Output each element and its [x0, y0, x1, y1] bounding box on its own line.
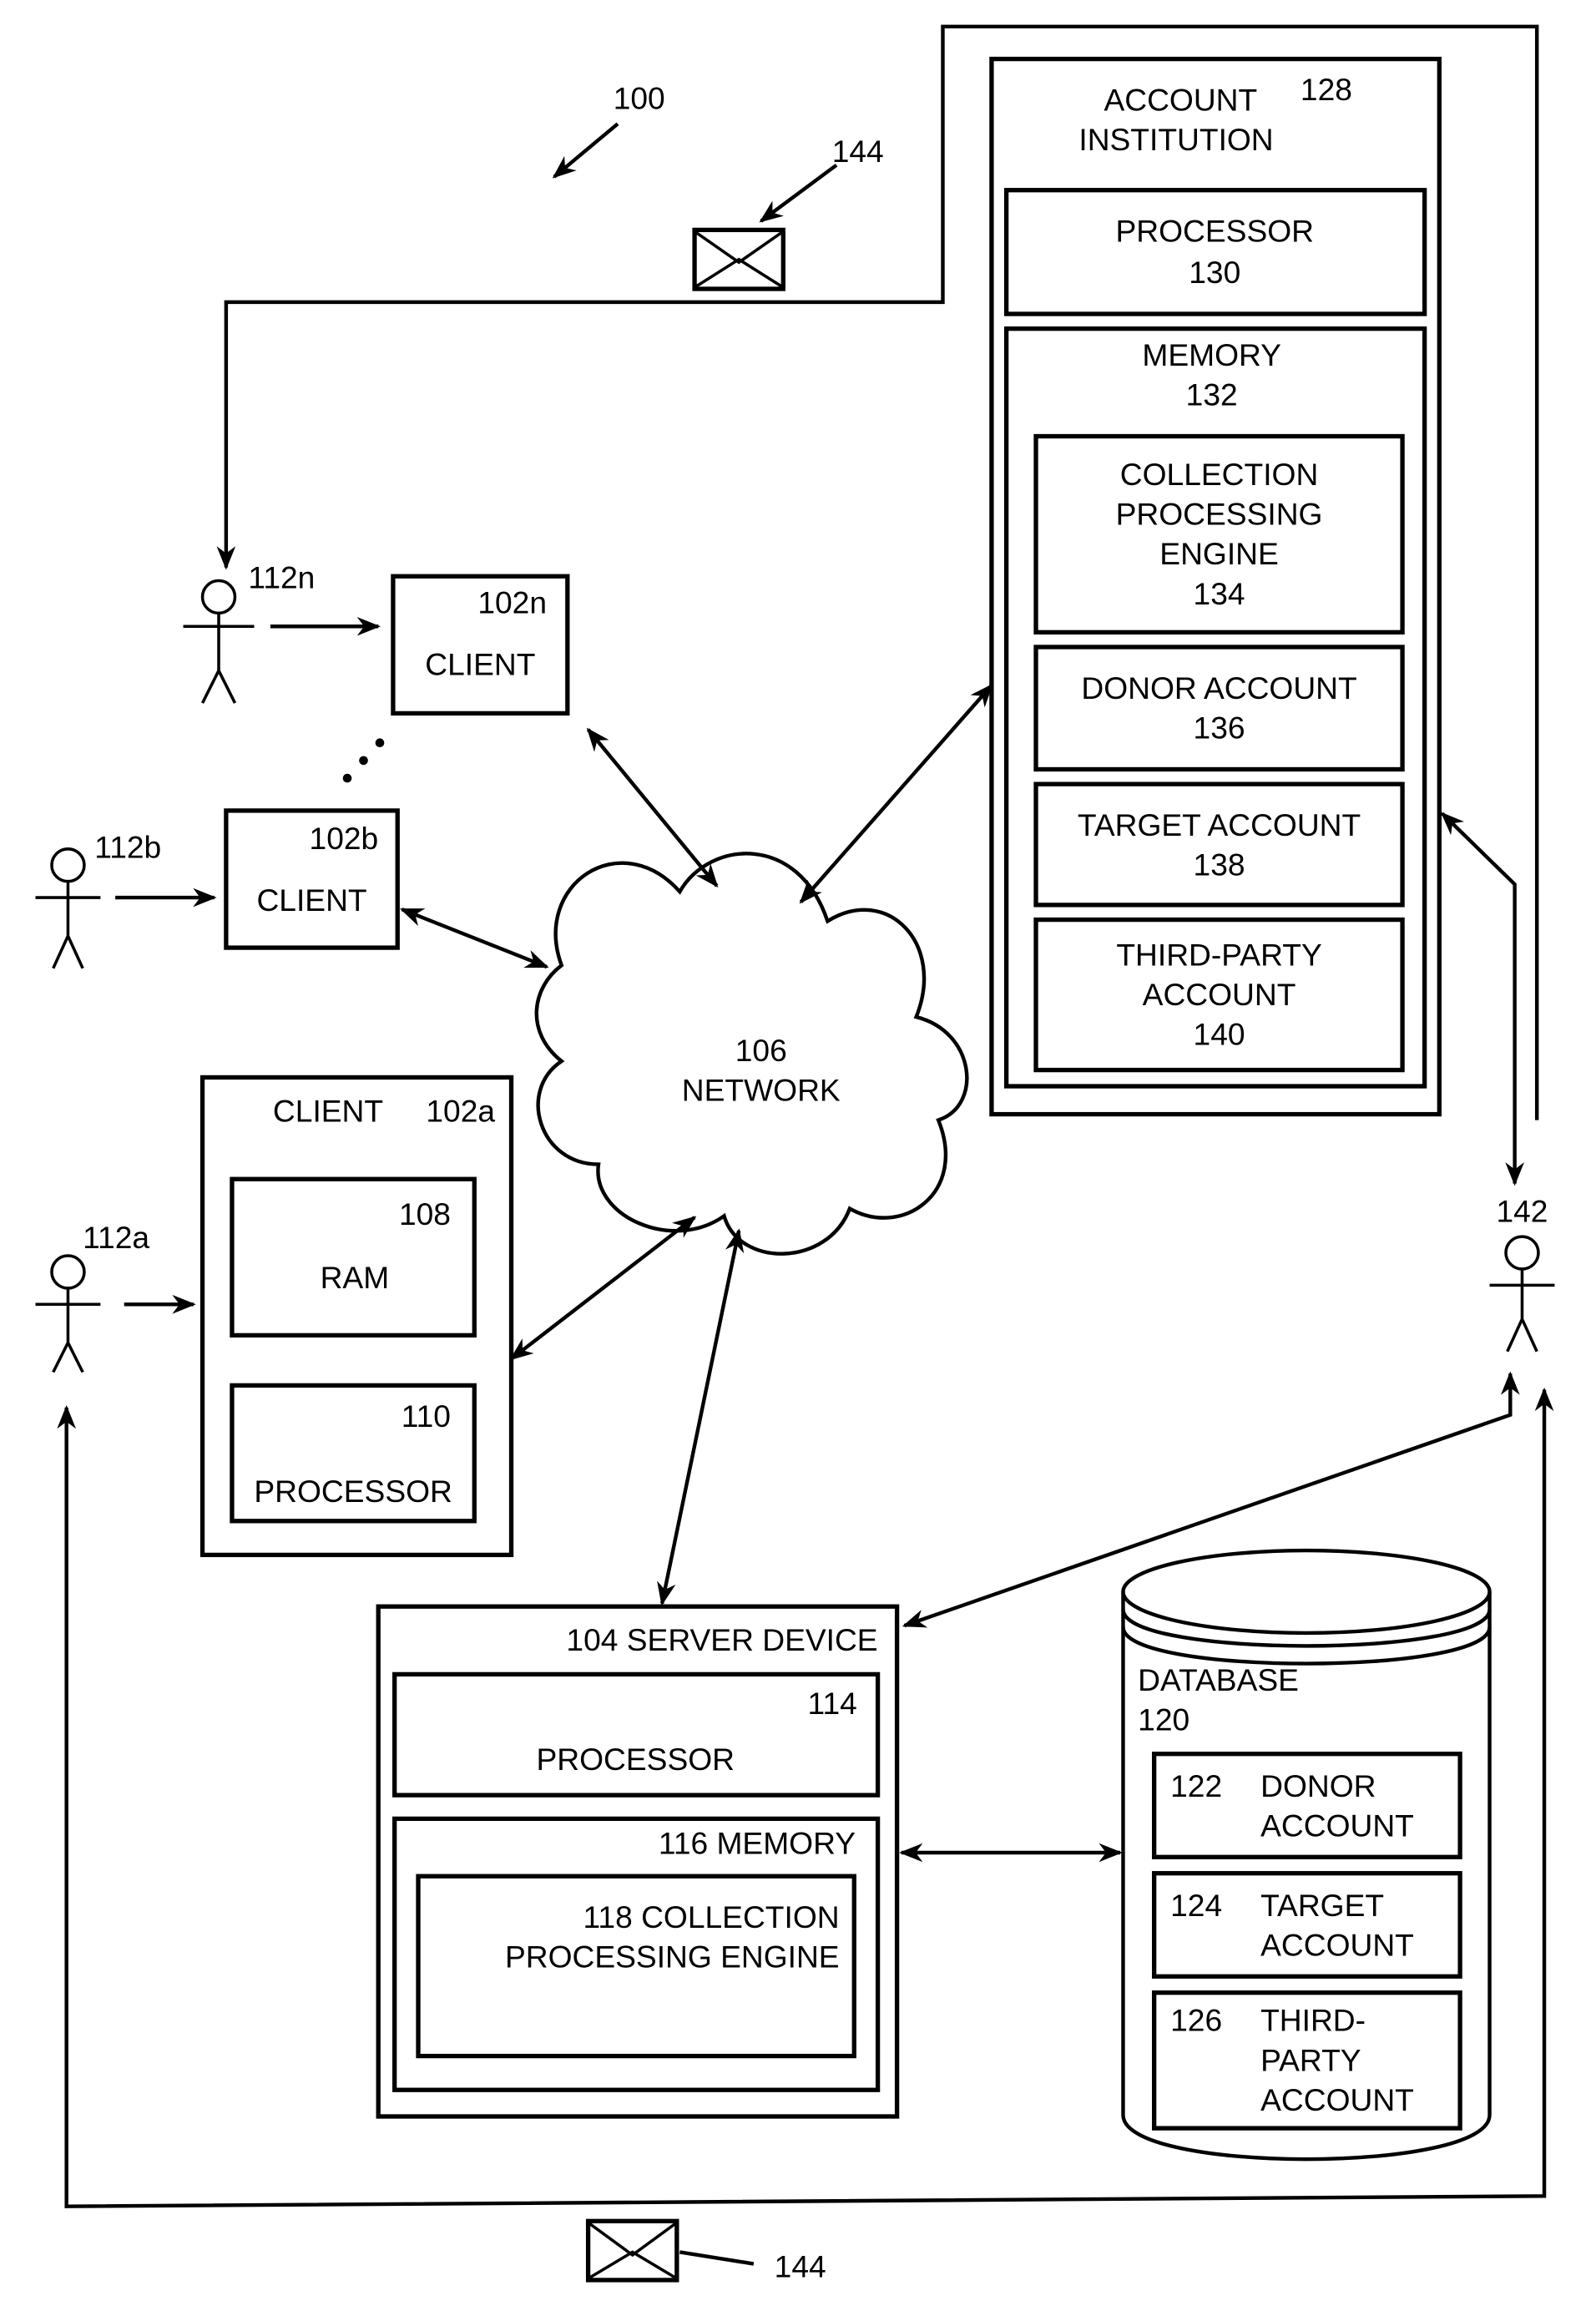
- third-party-account-ref: 140: [1194, 1017, 1245, 1052]
- envelope-icon-bottom: [585, 2218, 679, 2283]
- target-account-label: TARGET ACCOUNT: [1078, 807, 1361, 842]
- network-cloud: 106 NETWORK: [534, 852, 969, 1256]
- engine-ref: 134: [1194, 576, 1245, 611]
- institution-title-line1: ACCOUNT: [1104, 82, 1257, 117]
- server-device: 104 SERVER DEVICE 114 PROCESSOR 116 MEMO…: [376, 1604, 900, 2119]
- client-102n-label: CLIENT: [425, 647, 535, 682]
- account-institution: ACCOUNT INSTITUTION 128 PROCESSOR 130 ME…: [989, 56, 1442, 1117]
- db-target-ref: 124: [1170, 1888, 1222, 1923]
- client-102b: 102b CLIENT: [224, 808, 400, 950]
- institution-memory-ref: 132: [1186, 377, 1238, 412]
- target-account-ref: 138: [1194, 847, 1245, 882]
- client-102a: CLIENT 102a 108 RAM 110 PROCESSOR: [200, 1075, 514, 1558]
- client-102a-network-link: [509, 1216, 697, 1361]
- user-figure-112b: [35, 847, 101, 969]
- engine-line3: ENGINE: [1159, 536, 1278, 571]
- engine-line1: COLLECTION: [1120, 457, 1318, 492]
- client-processor-label: PROCESSOR: [254, 1474, 452, 1509]
- client-102n-ref: 102n: [477, 584, 547, 619]
- user-ref-112n: 112n: [248, 559, 315, 594]
- institution-recipient-link: [1440, 812, 1524, 1186]
- db-donor-line2: ACCOUNT: [1260, 1808, 1414, 1843]
- server-title: 104 SERVER DEVICE: [566, 1622, 877, 1657]
- database-ref: 120: [1138, 1702, 1189, 1737]
- message-ref-top: 144: [832, 134, 884, 169]
- client-processor-ref: 110: [402, 1398, 451, 1434]
- server-memory-title: 116 MEMORY: [659, 1826, 856, 1861]
- database-cylinder: DATABASE 120 122 DONOR ACCOUNT 124 TARGE…: [1121, 1548, 1492, 2162]
- user-figure-112a: [35, 1254, 101, 1373]
- db-third-party-line2: PARTY: [1260, 2042, 1361, 2077]
- server-network-link: [657, 1228, 745, 1606]
- user-ref-112b: 112b: [94, 829, 161, 864]
- client-102a-ref: 102a: [426, 1093, 495, 1128]
- donor-account-label: DONOR ACCOUNT: [1081, 670, 1356, 705]
- network-label: NETWORK: [682, 1073, 841, 1108]
- user-ref-112a: 112a: [83, 1220, 149, 1255]
- message-ref-bottom-leader: [679, 2250, 755, 2266]
- client-102n-network-link: [586, 727, 719, 888]
- figure-ref: 100: [614, 81, 665, 116]
- user-figure-112n: [183, 579, 255, 704]
- system-diagram: 100 144 ACCOUNT INSTITUTION 128 PROCESSO…: [35, 24, 1555, 2283]
- db-third-party-line3: ACCOUNT: [1260, 2082, 1414, 2117]
- institution-processor-label: PROCESSOR: [1116, 214, 1314, 249]
- network-ref: 106: [735, 1033, 787, 1068]
- message-ref-top-arrow: [759, 163, 838, 223]
- institution-ref: 128: [1301, 72, 1352, 107]
- client-102b-ref: 102b: [310, 821, 379, 856]
- server-processor-ref: 114: [808, 1686, 857, 1721]
- client-102n: 102n CLIENT: [391, 574, 570, 716]
- server-processor-label: PROCESSOR: [537, 1742, 735, 1777]
- figure-ref-arrow: [552, 122, 619, 179]
- envelope-icon: [692, 227, 785, 291]
- ram-ref: 108: [399, 1196, 451, 1231]
- db-third-party-ref: 126: [1170, 2003, 1222, 2038]
- engine-line2: PROCESSING: [1116, 496, 1323, 531]
- client-102b-label: CLIENT: [256, 882, 366, 918]
- client-102b-network-link: [399, 908, 549, 969]
- server-engine-line2: PROCESSING ENGINE: [505, 1939, 840, 1975]
- db-target-line1: TARGET: [1260, 1888, 1384, 1923]
- user-figure-142: [1489, 1235, 1555, 1353]
- third-party-account-line1: THIRD-PARTY: [1116, 937, 1321, 972]
- database-label: DATABASE: [1138, 1662, 1299, 1697]
- db-donor-ref: 122: [1170, 1768, 1222, 1803]
- institution-memory-label: MEMORY: [1142, 337, 1281, 372]
- server-recipient-link: [902, 1371, 1520, 1628]
- institution-title-line2: INSTITUTION: [1078, 122, 1273, 157]
- db-target-line2: ACCOUNT: [1260, 1928, 1414, 1963]
- message-ref-bottom: 144: [775, 2248, 826, 2283]
- donor-account-ref: 136: [1194, 710, 1245, 745]
- db-donor-line1: DONOR: [1260, 1768, 1376, 1803]
- ram-label: RAM: [321, 1260, 390, 1295]
- more-clients-ellipsis: [342, 738, 385, 783]
- db-third-party-line1: THIRD-: [1260, 2003, 1366, 2038]
- client-102a-label: CLIENT: [273, 1093, 383, 1128]
- third-party-account-line2: ACCOUNT: [1143, 977, 1296, 1012]
- institution-network-link: [799, 683, 993, 904]
- institution-processor-ref: 130: [1189, 255, 1240, 290]
- recipient-ref: 142: [1496, 1193, 1548, 1228]
- server-engine-line1: 118 COLLECTION: [583, 1899, 840, 1934]
